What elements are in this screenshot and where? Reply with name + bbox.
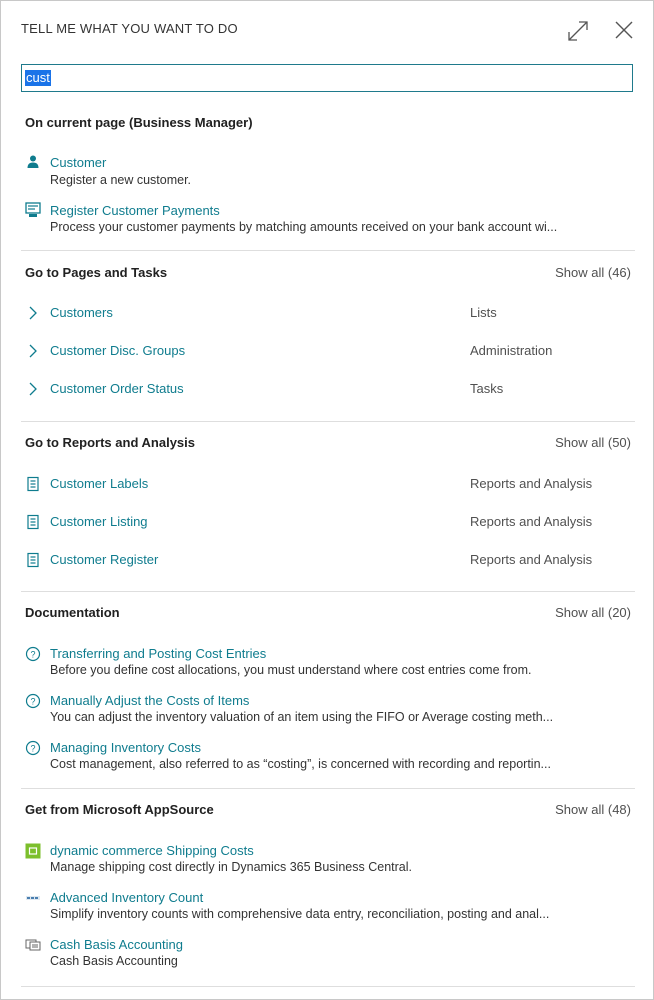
reports-item-customer-register[interactable]: Customer Register — [50, 552, 158, 567]
reports-item-customer-register-category: Reports and Analysis — [470, 552, 593, 567]
pages-item-customer-disc-groups[interactable]: Customer Disc. Groups — [50, 343, 185, 358]
doc-item-managing-inventory-costs[interactable]: Managing Inventory Costs — [50, 740, 201, 755]
chevron-right-icon — [25, 343, 41, 359]
pages-item-customer-order-status[interactable]: Customer Order Status — [50, 381, 184, 396]
help-icon: ? — [25, 740, 41, 756]
current-page-item-register-payments-desc: Process your customer payments by matchi… — [50, 220, 558, 234]
pages-item-customer-disc-groups-category: Administration — [470, 343, 553, 358]
doc-item-managing-inventory-costs-desc: Cost management, also referred to as “co… — [50, 757, 551, 771]
divider — [21, 250, 635, 251]
appsource-item-shipping-costs[interactable]: dynamic commerce Shipping Costs — [50, 843, 254, 858]
app-logo-green-icon — [25, 843, 41, 859]
doc-item-transferring-posting-desc: Before you define cost allocations, you … — [50, 663, 532, 677]
reports-item-customer-listing[interactable]: Customer Listing — [50, 514, 148, 529]
section-reports-title: Go to Reports and Analysis — [25, 435, 195, 450]
svg-text:?: ? — [30, 744, 35, 754]
doc-item-manually-adjust-desc: You can adjust the inventory valuation o… — [50, 710, 554, 724]
report-icon — [25, 476, 41, 492]
app-logo-cash-icon — [25, 937, 41, 953]
reports-item-customer-labels-category: Reports and Analysis — [470, 476, 593, 491]
report-icon — [25, 552, 41, 568]
reports-item-customer-labels[interactable]: Customer Labels — [50, 476, 148, 491]
pages-tasks-show-all-link[interactable]: Show all (46) — [555, 265, 631, 280]
expand-icon[interactable] — [566, 19, 590, 43]
search-value: cust — [25, 70, 51, 86]
help-icon: ? — [25, 646, 41, 662]
doc-item-transferring-posting[interactable]: Transferring and Posting Cost Entries — [50, 646, 266, 661]
current-page-item-customer-desc: Register a new customer. — [50, 173, 192, 187]
svg-text:?: ? — [30, 697, 35, 707]
appsource-item-advanced-inventory-count[interactable]: Advanced Inventory Count — [50, 890, 203, 905]
section-current-page-title: On current page (Business Manager) — [25, 115, 253, 130]
reports-item-customer-listing-category: Reports and Analysis — [470, 514, 593, 529]
chevron-right-icon — [25, 305, 41, 321]
svg-text:?: ? — [30, 650, 35, 660]
app-logo-inventory-icon — [25, 890, 41, 906]
panel-title: TELL ME WHAT YOU WANT TO DO — [21, 21, 238, 36]
appsource-item-shipping-costs-desc: Manage shipping cost directly in Dynamic… — [50, 860, 412, 874]
help-icon: ? — [25, 693, 41, 709]
appsource-item-cash-basis-accounting-desc: Cash Basis Accounting — [50, 954, 178, 968]
current-page-item-register-payments[interactable]: Register Customer Payments — [50, 203, 220, 218]
search-input[interactable]: cust — [21, 64, 633, 92]
section-pages-tasks-title: Go to Pages and Tasks — [25, 265, 168, 280]
section-appsource-title: Get from Microsoft AppSource — [25, 802, 214, 817]
pages-item-customers[interactable]: Customers — [50, 305, 113, 320]
divider — [21, 591, 635, 592]
doc-item-manually-adjust[interactable]: Manually Adjust the Costs of Items — [50, 693, 249, 708]
documentation-show-all-link[interactable]: Show all (20) — [555, 605, 631, 620]
pages-item-customers-category: Lists — [470, 305, 497, 320]
reports-show-all-link[interactable]: Show all (50) — [555, 435, 631, 450]
close-icon[interactable] — [613, 19, 635, 41]
appsource-show-all-link[interactable]: Show all (48) — [555, 802, 631, 817]
person-icon — [25, 154, 41, 170]
chevron-right-icon — [25, 381, 41, 397]
pages-item-customer-order-status-category: Tasks — [470, 381, 504, 396]
payment-register-icon — [25, 202, 41, 218]
divider — [21, 788, 635, 789]
tell-me-panel: TELL ME WHAT YOU WANT TO DO cust On curr… — [0, 0, 654, 1000]
appsource-item-cash-basis-accounting[interactable]: Cash Basis Accounting — [50, 937, 183, 952]
divider — [21, 986, 635, 987]
divider — [21, 421, 635, 422]
panel-header: TELL ME WHAT YOU WANT TO DO — [1, 1, 653, 61]
current-page-item-customer[interactable]: Customer — [50, 155, 106, 170]
report-icon — [25, 514, 41, 530]
section-documentation-title: Documentation — [25, 605, 120, 620]
appsource-item-advanced-inventory-count-desc: Simplify inventory counts with comprehen… — [50, 907, 550, 921]
